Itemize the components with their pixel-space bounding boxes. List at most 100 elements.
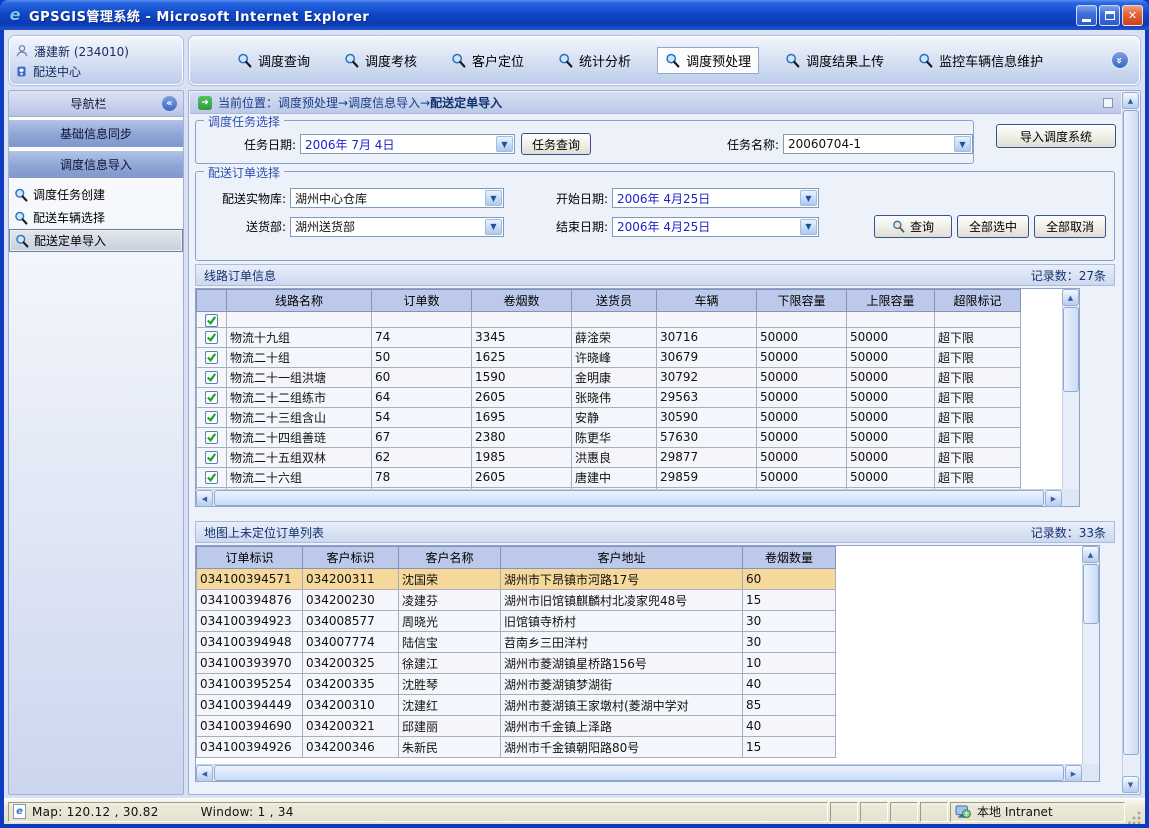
toolbar-more-button[interactable]: » bbox=[1111, 51, 1129, 69]
task-date-select[interactable]: 2006年 7月 4日 ▼ bbox=[300, 134, 515, 154]
table-row[interactable]: 034100395254034200335沈胜琴湖州市菱湖镇梦湖街40 bbox=[197, 674, 836, 695]
resize-grip[interactable] bbox=[1128, 810, 1142, 824]
chevron-down-icon[interactable]: ▼ bbox=[800, 219, 817, 235]
checkbox-column-header bbox=[197, 290, 227, 312]
scroll-thumb[interactable] bbox=[214, 765, 1064, 781]
row-checkbox[interactable] bbox=[205, 471, 218, 484]
scroll-thumb[interactable] bbox=[1123, 110, 1139, 755]
scroll-thumb[interactable] bbox=[1083, 564, 1099, 624]
table-cell: 物流二十一组洪塘 bbox=[227, 367, 372, 387]
scroll-thumb[interactable] bbox=[1063, 307, 1079, 392]
route-table-hscrollbar[interactable]: ◀ ▶ bbox=[196, 489, 1062, 506]
sidebar-group-basic-info-sync[interactable]: 基础信息同步 bbox=[9, 119, 183, 148]
table-cell: 50000 bbox=[757, 387, 847, 407]
scroll-left-button[interactable]: ◀ bbox=[196, 765, 213, 782]
table-row[interactable]: 物流二十六组782605唐建中298595000050000超下限 bbox=[197, 467, 1021, 487]
search-icon bbox=[344, 53, 359, 68]
row-checkbox[interactable] bbox=[205, 451, 218, 464]
table-cell: 2605 bbox=[472, 387, 572, 407]
table-row[interactable]: 034100394449034200310沈建红湖州市菱湖镇王家墩村(菱湖中学对… bbox=[197, 695, 836, 716]
scroll-right-button[interactable]: ▶ bbox=[1045, 490, 1062, 507]
table-row[interactable]: 034100394926034200346朱新民湖州市千金镇朝阳路80号15 bbox=[197, 737, 836, 758]
row-checkbox[interactable] bbox=[205, 391, 218, 404]
scroll-up-button[interactable]: ▲ bbox=[1082, 546, 1099, 563]
route-table-vscrollbar[interactable]: ▲ ▼ bbox=[1062, 289, 1079, 506]
toolbar-item[interactable]: 调度预处理 bbox=[657, 47, 759, 74]
toolbar-item[interactable]: 调度结果上传 bbox=[777, 47, 892, 74]
scroll-thumb[interactable] bbox=[214, 490, 1044, 506]
unlocated-table-header-bar: 地图上未定位订单列表 记录数：33条 bbox=[195, 521, 1115, 543]
table-row[interactable]: 物流二十二组练市642605张晓伟295635000050000超下限 bbox=[197, 387, 1021, 407]
toolbar-item[interactable]: 统计分析 bbox=[550, 47, 639, 74]
select-all-button[interactable]: 全部选中 bbox=[957, 215, 1029, 238]
chevron-down-icon[interactable]: ▼ bbox=[496, 136, 513, 152]
table-row[interactable]: 物流二十三组含山541695安静305905000050000超下限 bbox=[197, 407, 1021, 427]
department-icon bbox=[15, 65, 28, 78]
scroll-right-button[interactable]: ▶ bbox=[1065, 765, 1082, 782]
table-row[interactable]: 034100393970034200325徐建江湖州市菱湖镇星桥路156号10 bbox=[197, 653, 836, 674]
chevron-down-icon[interactable]: ▼ bbox=[485, 190, 502, 206]
minimize-button[interactable] bbox=[1076, 5, 1097, 26]
deselect-all-button[interactable]: 全部取消 bbox=[1034, 215, 1106, 238]
table-row[interactable]: 034100394923034008577周晓光旧馆镇寺桥村30 bbox=[197, 611, 836, 632]
sidebar-item[interactable]: 调度任务创建 bbox=[9, 183, 183, 206]
table-cell: 1985 bbox=[472, 447, 572, 467]
sidebar-item[interactable]: 配送定单导入 bbox=[9, 229, 183, 252]
close-button[interactable]: ✕ bbox=[1122, 5, 1143, 26]
unlocated-table-vscrollbar[interactable]: ▲ ▼ bbox=[1082, 546, 1099, 781]
table-cell: 物流二十四组善琏 bbox=[227, 427, 372, 447]
scroll-left-button[interactable]: ◀ bbox=[196, 490, 213, 507]
chevron-down-icon[interactable]: ▼ bbox=[800, 190, 817, 206]
toolbar-item[interactable]: 客户定位 bbox=[443, 47, 532, 74]
row-checkbox[interactable] bbox=[205, 351, 218, 364]
row-checkbox[interactable] bbox=[205, 371, 218, 384]
task-name-label: 任务名称: bbox=[659, 136, 779, 153]
route-table-record-count: 记录数：27条 bbox=[1031, 267, 1106, 284]
scroll-down-button[interactable]: ▼ bbox=[1122, 776, 1139, 793]
table-cell: 034100394948 bbox=[197, 632, 303, 653]
breadcrumb-current: 配送定单导入 bbox=[430, 96, 502, 110]
sidebar-group-dispatch-import[interactable]: 调度信息导入 bbox=[9, 150, 183, 179]
chevron-down-icon[interactable]: ▼ bbox=[485, 219, 502, 235]
task-name-select[interactable]: 20060704-1 ▼ bbox=[783, 134, 973, 154]
title-bar: e GPSGIS管理系统 - Microsoft Internet Explor… bbox=[0, 0, 1149, 30]
toolbar-item[interactable]: 监控车辆信息维护 bbox=[910, 47, 1051, 74]
panel-minimize-button[interactable] bbox=[1103, 98, 1113, 108]
unlocated-table-header-row: 订单标识客户标识客户名称客户地址卷烟数量 bbox=[197, 547, 836, 569]
row-checkbox[interactable] bbox=[205, 314, 218, 327]
table-row[interactable]: 034100394690034200321邱建丽湖州市千金镇上泽路40 bbox=[197, 716, 836, 737]
table-row[interactable]: 物流二十组501625许晓峰306795000050000超下限 bbox=[197, 347, 1021, 367]
toolbar-item[interactable]: 调度考核 bbox=[336, 47, 425, 74]
toolbar-item-label: 调度预处理 bbox=[686, 51, 751, 70]
table-cell: 物流二十组 bbox=[227, 347, 372, 367]
row-checkbox[interactable] bbox=[205, 411, 218, 424]
sidebar-item[interactable]: 配送车辆选择 bbox=[9, 206, 183, 229]
import-to-dispatch-button[interactable]: 导入调度系统 bbox=[996, 124, 1116, 148]
table-row[interactable]: 物流二十一组洪塘601590金明康307925000050000超下限 bbox=[197, 367, 1021, 387]
delivery-dept-select[interactable]: 湖州送货部 ▼ bbox=[290, 217, 504, 237]
scroll-up-button[interactable]: ▲ bbox=[1122, 92, 1139, 109]
sidebar-collapse-button[interactable]: « bbox=[162, 96, 177, 111]
table-row[interactable]: 物流二十四组善琏672380陈更华576305000050000超下限 bbox=[197, 427, 1021, 447]
scroll-up-button[interactable]: ▲ bbox=[1062, 289, 1079, 306]
end-date-select[interactable]: 2006年 4月25日 ▼ bbox=[612, 217, 819, 237]
row-checkbox[interactable] bbox=[205, 331, 218, 344]
table-cell: 29877 bbox=[657, 447, 757, 467]
row-checkbox[interactable] bbox=[205, 431, 218, 444]
table-row[interactable]: 034100394876034200230凌建芬湖州市旧馆镇麒麟村北凌家兜48号… bbox=[197, 590, 836, 611]
chevron-down-icon[interactable]: ▼ bbox=[954, 136, 971, 152]
table-cell: 安静 bbox=[572, 407, 657, 427]
task-query-button[interactable]: 任务查询 bbox=[521, 133, 591, 155]
unlocated-table-hscrollbar[interactable]: ◀ ▶ bbox=[196, 764, 1082, 781]
search-button[interactable]: 查询 bbox=[874, 215, 952, 238]
start-date-select[interactable]: 2006年 4月25日 ▼ bbox=[612, 188, 819, 208]
table-row[interactable]: 034100394571034200311沈国荣湖州市下昂镇市河路17号60 bbox=[197, 569, 836, 590]
table-row[interactable]: 034100394948034007774陆信宝苕南乡三田洋村30 bbox=[197, 632, 836, 653]
toolbar-item[interactable]: 调度查询 bbox=[229, 47, 318, 74]
content-vscrollbar[interactable]: ▲ ▼ bbox=[1122, 92, 1139, 793]
table-cell: 超下限 bbox=[935, 467, 1021, 487]
maximize-button[interactable] bbox=[1099, 5, 1120, 26]
table-row[interactable]: 物流二十五组双林621985洪惠良298775000050000超下限 bbox=[197, 447, 1021, 467]
table-row[interactable]: 物流十九组743345薛淦荣307165000050000超下限 bbox=[197, 327, 1021, 347]
warehouse-select[interactable]: 湖州中心仓库 ▼ bbox=[290, 188, 504, 208]
